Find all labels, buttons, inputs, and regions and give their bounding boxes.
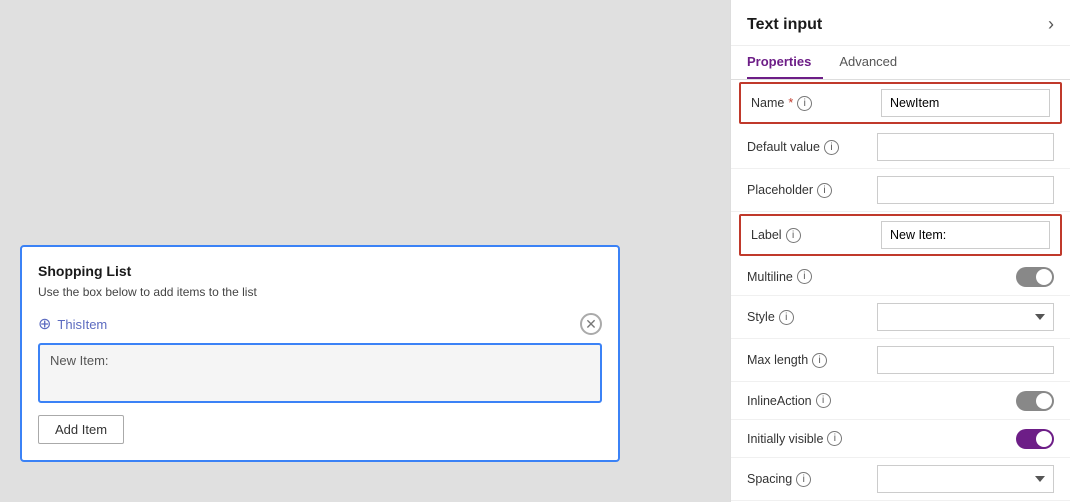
form-card: Shopping List Use the box below to add i…	[20, 245, 620, 462]
prop-value-default	[877, 133, 1054, 161]
tab-advanced[interactable]: Advanced	[839, 46, 909, 79]
prop-label-label: Label i	[751, 228, 881, 243]
prop-row-multiline: Multiline i	[731, 258, 1070, 296]
inline-action-toggle[interactable]	[1016, 391, 1054, 411]
prop-label-inline-action: InlineAction i	[747, 393, 877, 408]
default-value-input[interactable]	[877, 133, 1054, 161]
move-icon[interactable]: ⊕	[38, 314, 51, 334]
prop-value-spacing	[877, 465, 1054, 493]
card-subtitle: Use the box below to add items to the li…	[38, 285, 602, 299]
prop-value-style	[877, 303, 1054, 331]
prop-row-initially-visible: Initially visible i	[731, 420, 1070, 458]
name-label-text: Name	[751, 96, 784, 110]
prop-label-multiline: Multiline i	[747, 269, 877, 284]
spacing-info-icon: i	[796, 472, 811, 487]
prop-row-default-value: Default value i	[731, 126, 1070, 169]
max-length-text: Max length	[747, 353, 808, 367]
default-value-text: Default value	[747, 140, 820, 154]
placeholder-info-icon: i	[817, 183, 832, 198]
panel-header: Text input ›	[731, 0, 1070, 46]
prop-row-max-length: Max length i	[731, 339, 1070, 382]
item-row: ⊕ ThisItem ✕	[38, 313, 602, 335]
label-info-icon: i	[786, 228, 801, 243]
name-input[interactable]	[881, 89, 1050, 117]
style-info-icon: i	[779, 310, 794, 325]
prop-value-initially-visible	[877, 429, 1054, 449]
text-input-label: New Item:	[50, 353, 109, 368]
close-icon[interactable]: ✕	[580, 313, 602, 335]
panel-chevron-icon[interactable]: ›	[1048, 14, 1054, 35]
initially-visible-toggle[interactable]	[1016, 429, 1054, 449]
inline-action-info-icon: i	[816, 393, 831, 408]
prop-label-style: Style i	[747, 310, 877, 325]
card-title: Shopping List	[38, 263, 602, 279]
label-input[interactable]	[881, 221, 1050, 249]
tab-properties[interactable]: Properties	[747, 46, 823, 79]
initially-visible-text: Initially visible	[747, 432, 823, 446]
prop-label-placeholder: Placeholder i	[747, 183, 877, 198]
label-label-text: Label	[751, 228, 782, 242]
prop-row-inline-action: InlineAction i	[731, 382, 1070, 420]
prop-row-name: Name * i	[739, 82, 1062, 124]
prop-row-spacing: Spacing i	[731, 458, 1070, 501]
prop-value-max-length	[877, 346, 1054, 374]
item-label: ThisItem	[57, 317, 580, 332]
style-text: Style	[747, 310, 775, 324]
placeholder-input[interactable]	[877, 176, 1054, 204]
prop-value-placeholder	[877, 176, 1054, 204]
add-item-button[interactable]: Add Item	[38, 415, 124, 444]
prop-value-name	[881, 89, 1050, 117]
required-indicator: *	[788, 96, 793, 110]
placeholder-text: Placeholder	[747, 183, 813, 197]
multiline-text: Multiline	[747, 270, 793, 284]
default-value-info-icon: i	[824, 140, 839, 155]
multiline-toggle[interactable]	[1016, 267, 1054, 287]
text-input-box[interactable]: New Item:	[38, 343, 602, 403]
prop-value-label	[881, 221, 1050, 249]
max-length-info-icon: i	[812, 353, 827, 368]
panel-tabs: Properties Advanced	[731, 46, 1070, 80]
initially-visible-info-icon: i	[827, 431, 842, 446]
prop-label-default-value: Default value i	[747, 140, 877, 155]
max-length-input[interactable]	[877, 346, 1054, 374]
prop-row-style: Style i	[731, 296, 1070, 339]
prop-label-name: Name * i	[751, 96, 881, 111]
spacing-text: Spacing	[747, 472, 792, 486]
name-info-icon: i	[797, 96, 812, 111]
inline-action-text: InlineAction	[747, 394, 812, 408]
prop-value-multiline	[877, 267, 1054, 287]
prop-label-initially-visible: Initially visible i	[747, 431, 877, 446]
spacing-select[interactable]	[877, 465, 1054, 493]
prop-value-inline-action	[877, 391, 1054, 411]
prop-row-label: Label i	[739, 214, 1062, 256]
canvas-area: Shopping List Use the box below to add i…	[0, 0, 730, 502]
properties-list: Name * i Default value i Placeholder i	[731, 80, 1070, 502]
prop-label-spacing: Spacing i	[747, 472, 877, 487]
style-select[interactable]	[877, 303, 1054, 331]
panel-title: Text input	[747, 16, 822, 34]
multiline-info-icon: i	[797, 269, 812, 284]
prop-row-placeholder: Placeholder i	[731, 169, 1070, 212]
prop-label-max-length: Max length i	[747, 353, 877, 368]
right-panel: Text input › Properties Advanced Name * …	[730, 0, 1070, 502]
